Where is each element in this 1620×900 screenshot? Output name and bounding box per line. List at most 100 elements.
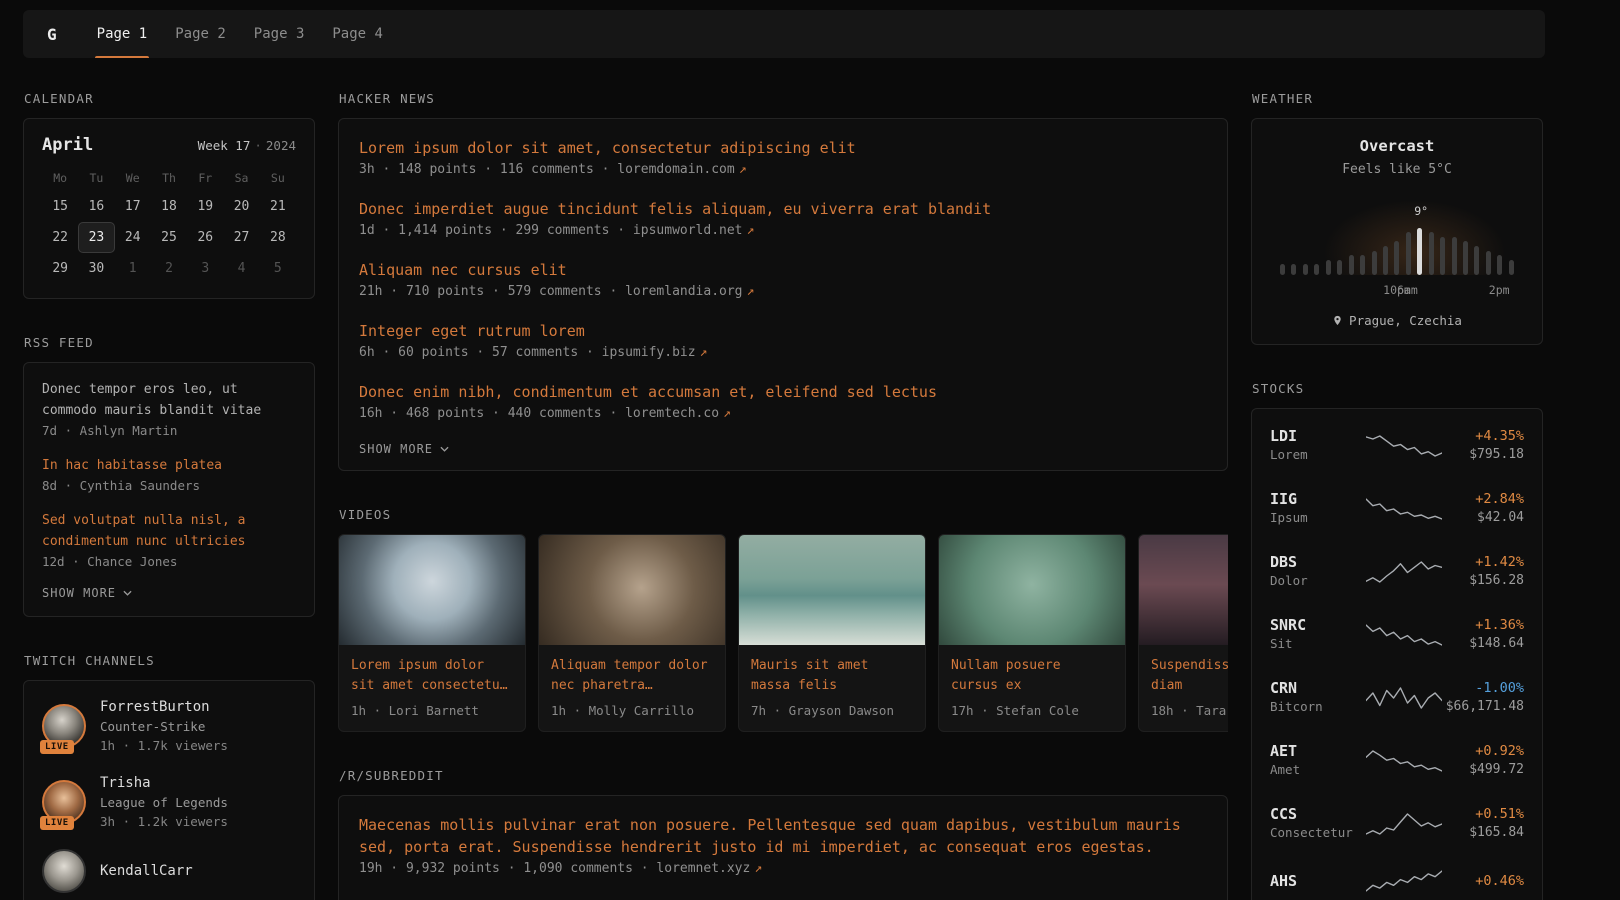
hackernews-show-more-button[interactable]: SHOW MORE xyxy=(359,442,1207,456)
stock-change: +4.35% xyxy=(1442,427,1524,446)
hackernews-item: Integer eget rutrum lorem 6h · 60 points… xyxy=(359,320,1207,364)
twitch-channel-info: Trisha League of Legends 3h · 1.2k viewe… xyxy=(100,773,228,831)
stock-row[interactable]: AET Amet +0.92% $499.72 xyxy=(1270,729,1524,792)
weather-header: WEATHER xyxy=(1252,91,1543,106)
video-thumbnail xyxy=(739,535,925,645)
rss-item-title[interactable]: Donec tempor eros leo, ut commodo mauris… xyxy=(42,379,296,421)
calendar-day: 24 xyxy=(115,222,151,253)
page-tab[interactable]: Page 2 xyxy=(173,10,228,58)
subreddit-item-title[interactable]: Maecenas mollis pulvinar erat non posuer… xyxy=(359,814,1207,858)
external-link-icon[interactable]: ↗ xyxy=(743,223,755,238)
video-title[interactable]: Mauris sit amet massa felis xyxy=(751,656,913,696)
twitch-channel-meta: 3h · 1.2k viewers xyxy=(100,812,228,831)
stock-change: -1.00% xyxy=(1442,679,1524,698)
video-title[interactable]: Aliquam tempor dolor nec pharetra… xyxy=(551,656,713,696)
twitch-channel-row[interactable]: LIVE KendallCarr xyxy=(42,849,296,893)
page-tab[interactable]: Page 3 xyxy=(252,10,307,58)
rss-item-title[interactable]: In hac habitasse platea xyxy=(42,455,296,476)
subreddit-card: Maecenas mollis pulvinar erat non posuer… xyxy=(338,795,1228,900)
stock-row[interactable]: CRN Bitcorn -1.00% $66,171.48 xyxy=(1270,666,1524,729)
calendar-dow: Su xyxy=(260,165,296,191)
stock-row[interactable]: SNRC Sit +1.36% $148.64 xyxy=(1270,603,1524,666)
calendar-day: 29 xyxy=(42,253,78,284)
twitch-avatar-wrap: LIVE xyxy=(42,849,86,893)
stock-row[interactable]: CCS Consectetur +0.51% $165.84 xyxy=(1270,792,1524,855)
rss-item-meta: 7d · Ashlyn Martin xyxy=(42,421,296,441)
hackernews-item-title[interactable]: Donec imperdiet augue tincidunt felis al… xyxy=(359,198,1207,220)
stock-value-block: -1.00% $66,171.48 xyxy=(1442,679,1524,716)
video-card[interactable]: Suspendisse posuere diam 18h · Tara xyxy=(1138,534,1228,732)
stock-price: $156.28 xyxy=(1442,572,1524,590)
content-grid: CALENDAR April Week 17·2024 MoTuWeThFrSa… xyxy=(23,91,1545,900)
weather-condition: Overcast xyxy=(1266,137,1528,155)
hackernews-item-title[interactable]: Aliquam nec cursus elit xyxy=(359,259,1207,281)
videos-section: VIDEOS Lorem ipsum dolor sit amet consec… xyxy=(338,507,1228,732)
weather-bars xyxy=(1280,195,1514,275)
app-logo[interactable]: G xyxy=(47,25,57,44)
stock-row[interactable]: DBS Dolor +1.42% $156.28 xyxy=(1270,540,1524,603)
hackernews-item: Lorem ipsum dolor sit amet, consectetur … xyxy=(359,137,1207,181)
page-tab[interactable]: Page 1 xyxy=(95,10,150,58)
video-body: Mauris sit amet massa felis 7h · Grayson… xyxy=(739,645,925,731)
stock-sparkline xyxy=(1366,433,1442,459)
calendar-dow: Th xyxy=(151,165,187,191)
external-link-icon[interactable]: ↗ xyxy=(735,162,747,177)
stock-row[interactable]: LDI Lorem +4.35% $795.18 xyxy=(1270,414,1524,477)
stock-sparkline xyxy=(1366,685,1442,711)
twitch-channel-row[interactable]: LIVE Trisha League of Legends 3h · 1.2k … xyxy=(42,773,296,831)
hackernews-section: HACKER NEWS Lorem ipsum dolor sit amet, … xyxy=(338,91,1228,471)
video-card[interactable]: Lorem ipsum dolor sit amet consectetu… 1… xyxy=(338,534,526,732)
hackernews-item-meta-text: 21h · 710 points · 579 comments · loreml… xyxy=(359,284,743,299)
stock-row[interactable]: IIG Ipsum +2.84% $42.04 xyxy=(1270,477,1524,540)
hackernews-item-title[interactable]: Donec enim nibh, condimentum et accumsan… xyxy=(359,381,1207,403)
video-title[interactable]: Lorem ipsum dolor sit amet consectetu… xyxy=(351,656,513,696)
hackernews-item-meta: 3h · 148 points · 116 comments · loremdo… xyxy=(359,159,1207,181)
show-more-label: SHOW MORE xyxy=(42,586,116,600)
stock-price: $42.04 xyxy=(1442,509,1524,527)
hackernews-item-title[interactable]: Integer eget rutrum lorem xyxy=(359,320,1207,342)
hackernews-header: HACKER NEWS xyxy=(339,91,1228,106)
twitch-card: LIVE ForrestBurton Counter-Strike 1h · 1… xyxy=(23,680,315,900)
external-link-icon[interactable]: ↗ xyxy=(719,406,731,421)
stock-name: Ipsum xyxy=(1270,509,1366,527)
calendar-dow: Tu xyxy=(78,165,114,191)
calendar-dow: We xyxy=(115,165,151,191)
hackernews-item-title[interactable]: Lorem ipsum dolor sit amet, consectetur … xyxy=(359,137,1207,159)
video-card[interactable]: Nullam posuere cursus ex 17h · Stefan Co… xyxy=(938,534,1126,732)
weather-bar xyxy=(1280,264,1285,275)
weather-bar xyxy=(1497,255,1502,275)
external-link-icon[interactable]: ↗ xyxy=(696,345,708,360)
stock-id-block: CCS Consectetur xyxy=(1270,805,1366,842)
video-card[interactable]: Aliquam tempor dolor nec pharetra… 1h · … xyxy=(538,534,726,732)
calendar-dow: Mo xyxy=(42,165,78,191)
video-title[interactable]: Suspendisse posuere diam xyxy=(1151,656,1228,696)
chevron-down-icon xyxy=(440,445,449,454)
video-card[interactable]: Mauris sit amet massa felis 7h · Grayson… xyxy=(738,534,926,732)
weather-bar xyxy=(1291,264,1296,275)
stock-change: +0.46% xyxy=(1442,872,1524,891)
twitch-channel-game: Counter-Strike xyxy=(100,717,228,736)
weather-feels-like: Feels like 5°C xyxy=(1266,162,1528,177)
stock-id-block: LDI Lorem xyxy=(1270,427,1366,464)
stock-row[interactable]: AHS +0.46% xyxy=(1270,855,1524,900)
twitch-channel-name: KendallCarr xyxy=(100,861,193,881)
stock-value-block: +2.84% $42.04 xyxy=(1442,490,1524,527)
hackernews-item-meta: 16h · 468 points · 440 comments · loremt… xyxy=(359,403,1207,425)
rss-item-title[interactable]: Sed volutpat nulla nisl, a condimentum n… xyxy=(42,510,296,552)
rss-show-more-button[interactable]: SHOW MORE xyxy=(42,586,296,600)
calendar-day: 15 xyxy=(42,191,78,222)
calendar-day: 18 xyxy=(151,191,187,222)
subreddit-item-meta-text: 19h · 9,932 points · 1,090 comments · lo… xyxy=(359,861,750,876)
page-tab[interactable]: Page 4 xyxy=(330,10,385,58)
twitch-channel-row[interactable]: LIVE ForrestBurton Counter-Strike 1h · 1… xyxy=(42,697,296,755)
external-link-icon[interactable]: ↗ xyxy=(743,284,755,299)
external-link-icon[interactable]: ↗ xyxy=(750,861,762,876)
video-meta: 7h · Grayson Dawson xyxy=(751,703,913,718)
weather-bar xyxy=(1463,241,1468,275)
stock-sparkline xyxy=(1366,622,1442,648)
video-thumbnail xyxy=(539,535,725,645)
stock-name: Consectetur xyxy=(1270,824,1366,842)
calendar-section: CALENDAR April Week 17·2024 MoTuWeThFrSa… xyxy=(23,91,315,299)
video-title[interactable]: Nullam posuere cursus ex xyxy=(951,656,1113,696)
calendar-dow: Fr xyxy=(187,165,223,191)
